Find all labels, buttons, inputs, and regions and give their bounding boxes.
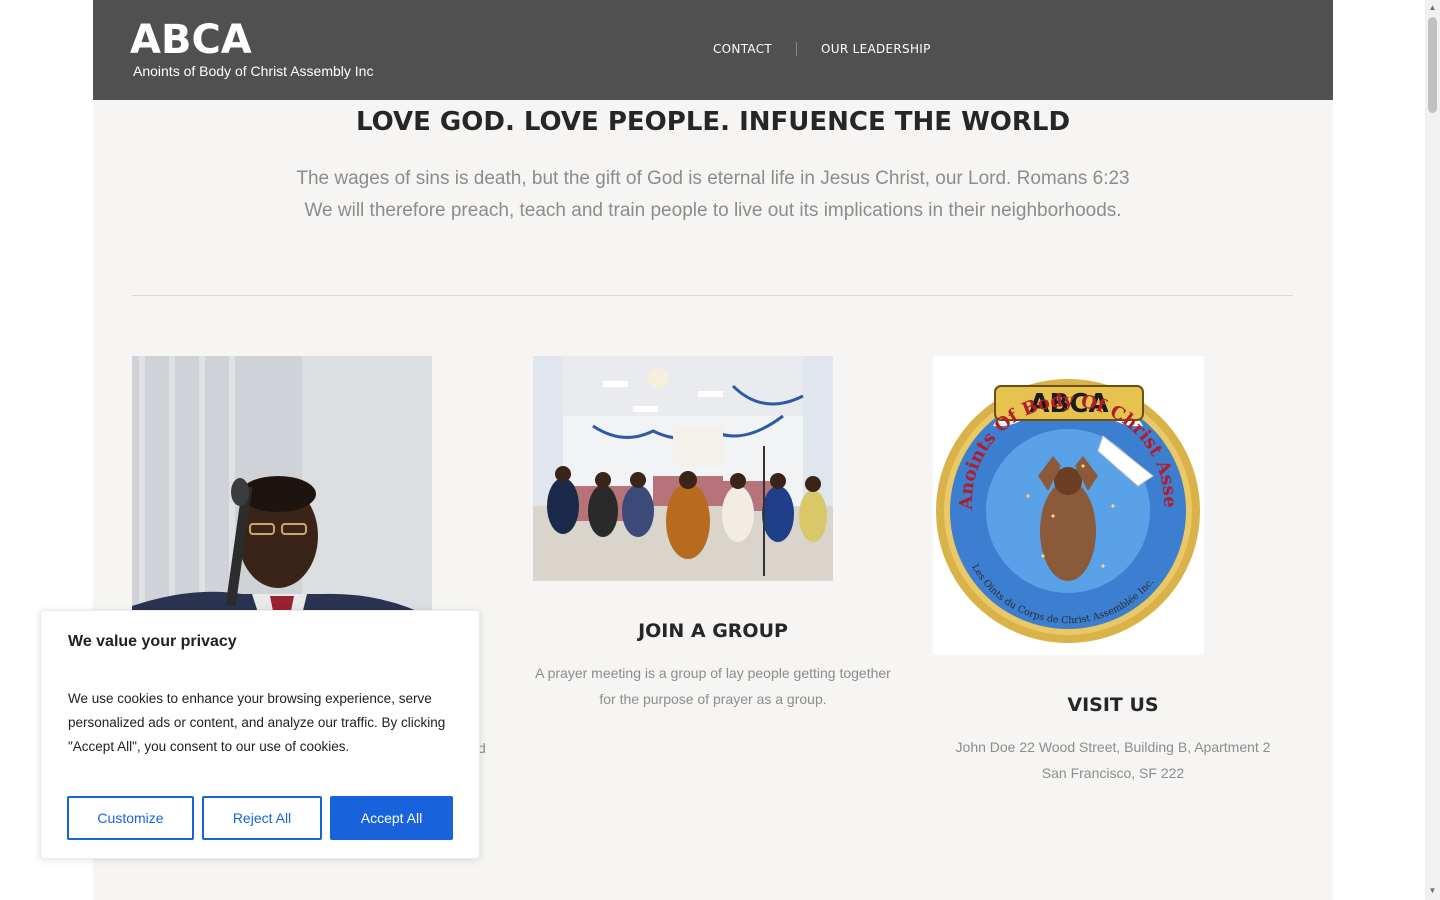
site-header: ABCA Anoints of Body of Christ Assembly …: [93, 0, 1333, 100]
nav-our-leadership[interactable]: OUR LEADERSHIP: [821, 42, 931, 56]
site-logo[interactable]: ABCA: [130, 18, 252, 62]
scroll-thumb[interactable]: [1428, 17, 1437, 113]
hero-mission: We will therefore preach, teach and trai…: [304, 200, 1122, 221]
cookie-title: We value your privacy: [68, 633, 237, 650]
section-divider: [132, 295, 1293, 296]
hero-verse: The wages of sins is death, but the gift…: [296, 168, 1130, 189]
customize-button[interactable]: Customize: [67, 796, 194, 840]
visit-us-title: VISIT US: [1067, 694, 1159, 716]
group-photo: [533, 356, 833, 581]
visit-us-address: John Doe 22 Wood Street, Building B, Apa…: [955, 739, 1271, 781]
hero-text: The wages of sins is death, but the gift…: [93, 163, 1333, 227]
scroll-down-arrow-icon[interactable]: ▼: [1428, 886, 1437, 895]
join-group-text: A prayer meeting is a group of lay peopl…: [535, 665, 891, 707]
hero-title: LOVE GOD. LOVE PEOPLE. INFUENCE THE WORL…: [355, 107, 1071, 137]
cookie-consent-banner: We value your privacy We use cookies to …: [40, 610, 480, 859]
nav-separator: [796, 42, 798, 56]
col1-text-fragment: d: [478, 740, 486, 756]
page-scrollbar[interactable]: ▲ ▼: [1425, 0, 1440, 900]
church-emblem: ABCA Anoints Of Body Of Christ Assembly …: [933, 356, 1204, 655]
reject-all-button[interactable]: Reject All: [202, 796, 322, 840]
cookie-text: We use cookies to enhance your browsing …: [68, 691, 446, 754]
join-group-title: JOIN A GROUP: [638, 620, 788, 642]
accept-all-button[interactable]: Accept All: [330, 796, 453, 840]
scroll-up-arrow-icon[interactable]: ▲: [1428, 3, 1437, 12]
main-nav: CONTACT OUR LEADERSHIP: [713, 42, 931, 56]
site-tagline: Anoints of Body of Christ Assembly Inc: [133, 63, 374, 79]
nav-contact[interactable]: CONTACT: [713, 42, 772, 56]
